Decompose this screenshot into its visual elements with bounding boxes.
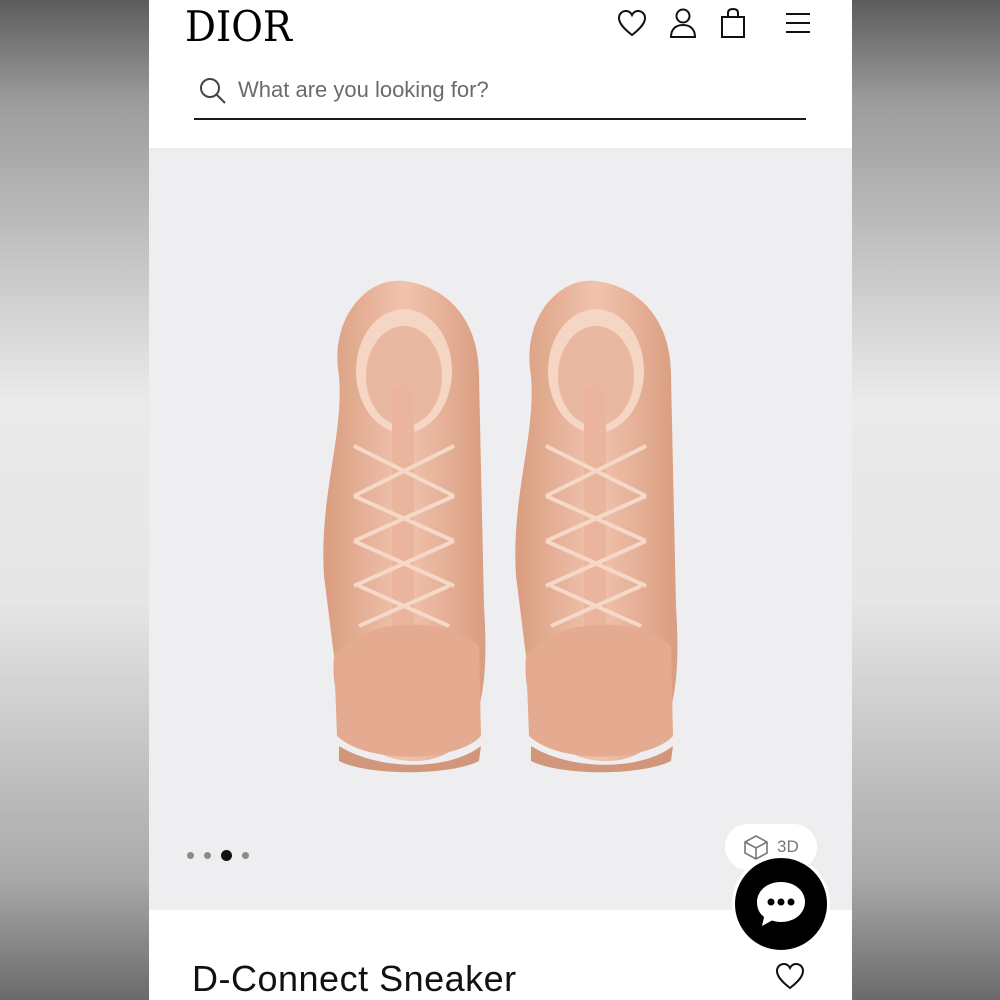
- phone-screen: DIOR What are you looking for? 3D D-Conn…: [149, 0, 852, 1000]
- gallery-dot-3[interactable]: [221, 850, 232, 861]
- gallery-dot-4[interactable]: [242, 852, 249, 859]
- chat-bubble-icon: [757, 882, 805, 926]
- account-button[interactable]: [666, 6, 700, 40]
- wishlist-button[interactable]: [615, 6, 649, 40]
- search-icon: [200, 78, 226, 104]
- search-bar: [194, 68, 806, 120]
- bag-button[interactable]: [716, 6, 750, 40]
- gallery-dot-2[interactable]: [204, 852, 211, 859]
- menu-button[interactable]: [781, 6, 815, 40]
- heart-icon: [617, 9, 647, 37]
- view-3d-label: 3D: [777, 837, 799, 856]
- gallery-dot-1[interactable]: [187, 852, 194, 859]
- right-backdrop: [852, 0, 1000, 1000]
- search-input[interactable]: [238, 72, 798, 108]
- product-title: D-Connect Sneaker: [192, 958, 517, 999]
- chat-button[interactable]: [732, 855, 830, 953]
- left-backdrop: [0, 0, 149, 1000]
- product-gallery[interactable]: 3D: [149, 148, 852, 910]
- gallery-pagination: [187, 850, 249, 861]
- bag-icon: [721, 7, 745, 38]
- left-shoe: [323, 280, 486, 773]
- user-icon: [669, 8, 697, 38]
- menu-icon: [786, 13, 810, 33]
- brand-logo[interactable]: DIOR: [185, 2, 292, 51]
- cube-icon: [744, 835, 768, 860]
- product-wishlist-button[interactable]: [775, 962, 809, 996]
- right-shoe: [515, 280, 678, 773]
- site-header: DIOR: [149, 0, 852, 148]
- product-image: [323, 280, 678, 773]
- heart-icon: [775, 962, 805, 990]
